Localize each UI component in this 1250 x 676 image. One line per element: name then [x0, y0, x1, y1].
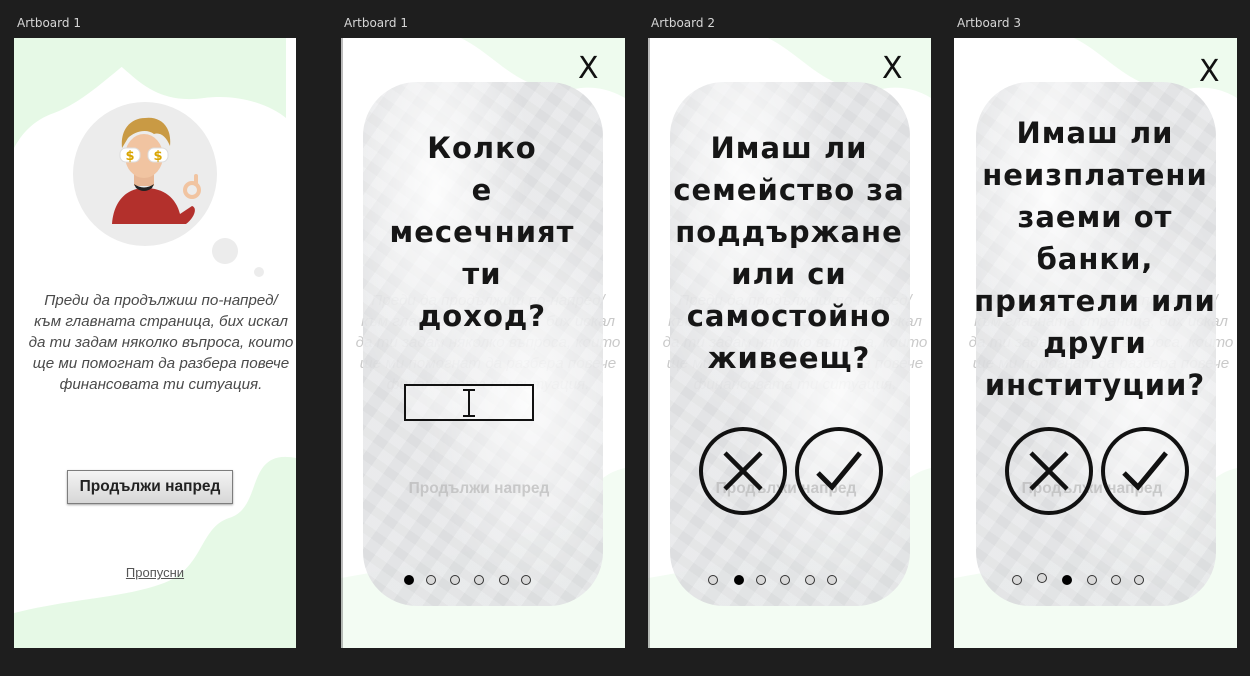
- check-circle-icon[interactable]: [1100, 426, 1190, 516]
- intro-screen: $ $ Преди да продължиш по-напред/ към гл…: [14, 38, 296, 648]
- artboard-label-4: Artboard 3: [957, 16, 1021, 30]
- pagination-dot[interactable]: [1012, 575, 1022, 585]
- skip-link[interactable]: Пропусни: [14, 565, 296, 580]
- pagination-dot[interactable]: [780, 575, 790, 585]
- pagination-dot[interactable]: [404, 575, 414, 585]
- artboard-label-3: Artboard 2: [651, 16, 715, 30]
- question-screen-income: Преди да продължиш по-напред/ към главна…: [341, 38, 625, 648]
- pagination-dot[interactable]: [708, 575, 718, 585]
- continue-button[interactable]: Продължи напред: [67, 470, 233, 504]
- artboard-label-2: Artboard 1: [344, 16, 408, 30]
- thought-bubble-small: [254, 267, 264, 277]
- pagination-dot[interactable]: [521, 575, 531, 585]
- pagination-dot[interactable]: [1062, 575, 1072, 585]
- question-title: Колко е месечният ти доход?: [389, 131, 575, 333]
- x-circle-icon[interactable]: [1004, 426, 1094, 516]
- background-continue-label: Продължи напред: [408, 480, 550, 497]
- pagination-dot[interactable]: [1134, 575, 1144, 585]
- thought-bubble: [212, 238, 238, 264]
- pagination-dot[interactable]: [805, 575, 815, 585]
- close-icon[interactable]: X: [578, 54, 599, 84]
- question-screen-family: Преди да продължиш по-напред/ към главна…: [648, 38, 931, 648]
- income-input[interactable]: [404, 384, 534, 421]
- pagination-dot[interactable]: [1037, 573, 1047, 583]
- x-circle-icon[interactable]: [698, 426, 788, 516]
- svg-text:$: $: [153, 149, 162, 164]
- question-title: Имаш ли семейство за поддържане или си с…: [673, 131, 905, 375]
- text-cursor-icon: [463, 389, 475, 417]
- intro-description: Преди да продължиш по-напред/ към главна…: [28, 292, 294, 393]
- check-circle-icon[interactable]: [794, 426, 884, 516]
- pagination-dot[interactable]: [827, 575, 837, 585]
- artboard-label-1: Artboard 1: [17, 16, 81, 30]
- pagination-dot[interactable]: [756, 575, 766, 585]
- pagination-dot[interactable]: [1087, 575, 1097, 585]
- pagination-dot[interactable]: [734, 575, 744, 585]
- question-title: Имаш ли неизплатени заеми от банки, прия…: [974, 116, 1216, 402]
- pagination-dot[interactable]: [499, 575, 509, 585]
- close-icon[interactable]: X: [882, 54, 903, 84]
- question-screen-loans: Преди да продължиш по-напред/ към главна…: [954, 38, 1237, 648]
- pagination-dot[interactable]: [1111, 575, 1121, 585]
- pagination-dot[interactable]: [474, 575, 484, 585]
- svg-text:$: $: [125, 149, 134, 164]
- close-icon[interactable]: X: [1199, 57, 1220, 87]
- pagination-dot[interactable]: [426, 575, 436, 585]
- pagination-dot[interactable]: [450, 575, 460, 585]
